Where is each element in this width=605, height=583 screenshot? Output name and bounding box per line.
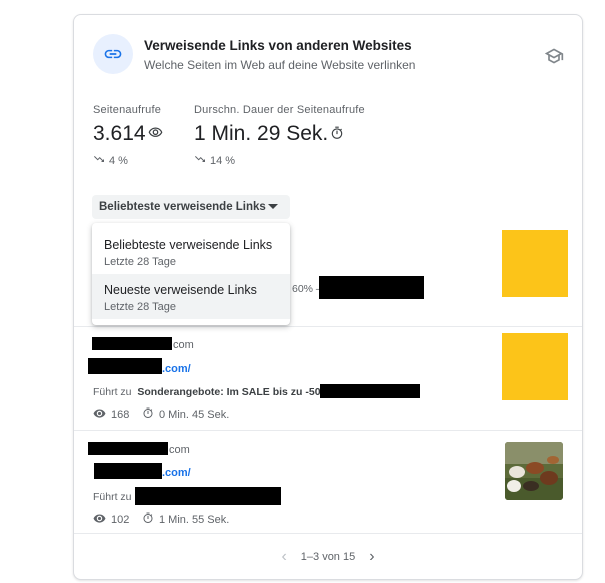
timer-icon bbox=[330, 122, 344, 146]
menu-item-sublabel: Letzte 28 Tage bbox=[104, 301, 176, 313]
metric-label-pageviews: Seitenaufrufe bbox=[93, 104, 162, 116]
redacted-block bbox=[320, 384, 420, 398]
chevron-right-icon[interactable]: › bbox=[369, 548, 374, 566]
caret-down-icon bbox=[268, 204, 278, 209]
row-duration: 0 Min. 45 Sek. bbox=[142, 407, 229, 422]
views-count: 102 bbox=[111, 514, 130, 526]
timer-icon bbox=[142, 407, 154, 422]
referrer-link[interactable]: .com/ bbox=[162, 363, 191, 375]
referrer-domain-suffix: com bbox=[173, 339, 194, 351]
row-views: 168 bbox=[93, 407, 129, 423]
dropdown-menu: Beliebteste verweisende Links Letzte 28 … bbox=[92, 223, 290, 325]
metric-value-pageviews: 3.614 bbox=[93, 122, 163, 146]
metric-value-text: 3.614 bbox=[93, 122, 146, 145]
views-count: 168 bbox=[111, 409, 130, 421]
target-page: Führt zu Sonderangebote: Im SALE bis zu … bbox=[93, 386, 339, 398]
metric-change-text: 14 % bbox=[210, 154, 236, 167]
duration-text: 1 Min. 55 Sek. bbox=[159, 513, 230, 526]
trending-down-icon bbox=[194, 153, 206, 168]
target-page: Führt zu bbox=[93, 491, 132, 503]
metric-value-text: 1 Min. 29 Sek. bbox=[194, 122, 329, 145]
pagination-label: 1–3 von 15 bbox=[300, 551, 356, 563]
redacted-block bbox=[88, 358, 162, 374]
chevron-left-icon[interactable]: ‹ bbox=[281, 548, 286, 566]
eye-icon bbox=[93, 512, 106, 528]
redacted-block bbox=[94, 463, 162, 479]
metric-value-duration: 1 Min. 29 Sek. bbox=[194, 122, 344, 146]
link-filter-dropdown[interactable]: Beliebteste verweisende Links bbox=[92, 195, 290, 219]
card-subtitle: Welche Seiten im Web auf deine Website v… bbox=[144, 58, 416, 72]
school-icon[interactable] bbox=[544, 46, 564, 71]
eye-icon bbox=[93, 407, 106, 423]
referring-links-card: Verweisende Links von anderen Websites W… bbox=[73, 14, 583, 580]
row-views: 102 bbox=[93, 512, 129, 528]
menu-item-newest[interactable]: Neueste verweisende Links Letzte 28 Tage bbox=[92, 274, 290, 319]
metric-change-duration: 14 % bbox=[194, 153, 235, 168]
duration-text: 0 Min. 45 Sek. bbox=[159, 408, 230, 421]
redacted-block bbox=[92, 337, 172, 350]
redacted-block bbox=[88, 442, 168, 455]
card-title: Verweisende Links von anderen Websites bbox=[144, 38, 412, 53]
target-page-title-tail: 60% – bbox=[292, 283, 322, 295]
eye-icon bbox=[148, 122, 163, 146]
target-page-title[interactable]: Sonderangebote: Im SALE bis zu -50% – bbox=[137, 386, 338, 398]
metric-change-text: 4 % bbox=[109, 154, 128, 167]
link-icon bbox=[93, 34, 133, 74]
trending-down-icon bbox=[93, 153, 105, 168]
redacted-block bbox=[319, 276, 424, 299]
thumbnail-image[interactable] bbox=[502, 333, 568, 400]
timer-icon bbox=[142, 512, 154, 527]
redacted-block bbox=[135, 487, 281, 505]
menu-item-popular[interactable]: Beliebteste verweisende Links Letzte 28 … bbox=[92, 229, 290, 274]
menu-item-label: Beliebteste verweisende Links bbox=[104, 238, 273, 252]
metric-label-duration: Durschn. Dauer der Seitenaufrufe bbox=[194, 104, 365, 116]
menu-item-label: Neueste verweisende Links bbox=[104, 283, 257, 297]
menu-item-sublabel: Letzte 28 Tage bbox=[104, 256, 176, 268]
metric-change-pageviews: 4 % bbox=[93, 153, 128, 168]
fuehrt-zu-label: Führt zu bbox=[93, 386, 132, 398]
dropdown-selected-label: Beliebteste verweisende Links bbox=[99, 201, 266, 213]
thumbnail-image[interactable] bbox=[502, 230, 568, 297]
row-divider bbox=[74, 533, 582, 534]
chickens-photo-thumbnail[interactable] bbox=[505, 442, 563, 500]
pagination: ‹ 1–3 von 15 › bbox=[74, 548, 582, 566]
row-divider bbox=[74, 430, 582, 431]
row-divider bbox=[74, 326, 582, 327]
referrer-domain-suffix: com bbox=[169, 444, 190, 456]
row-duration: 1 Min. 55 Sek. bbox=[142, 512, 229, 527]
referrer-link[interactable]: .com/ bbox=[162, 467, 191, 479]
